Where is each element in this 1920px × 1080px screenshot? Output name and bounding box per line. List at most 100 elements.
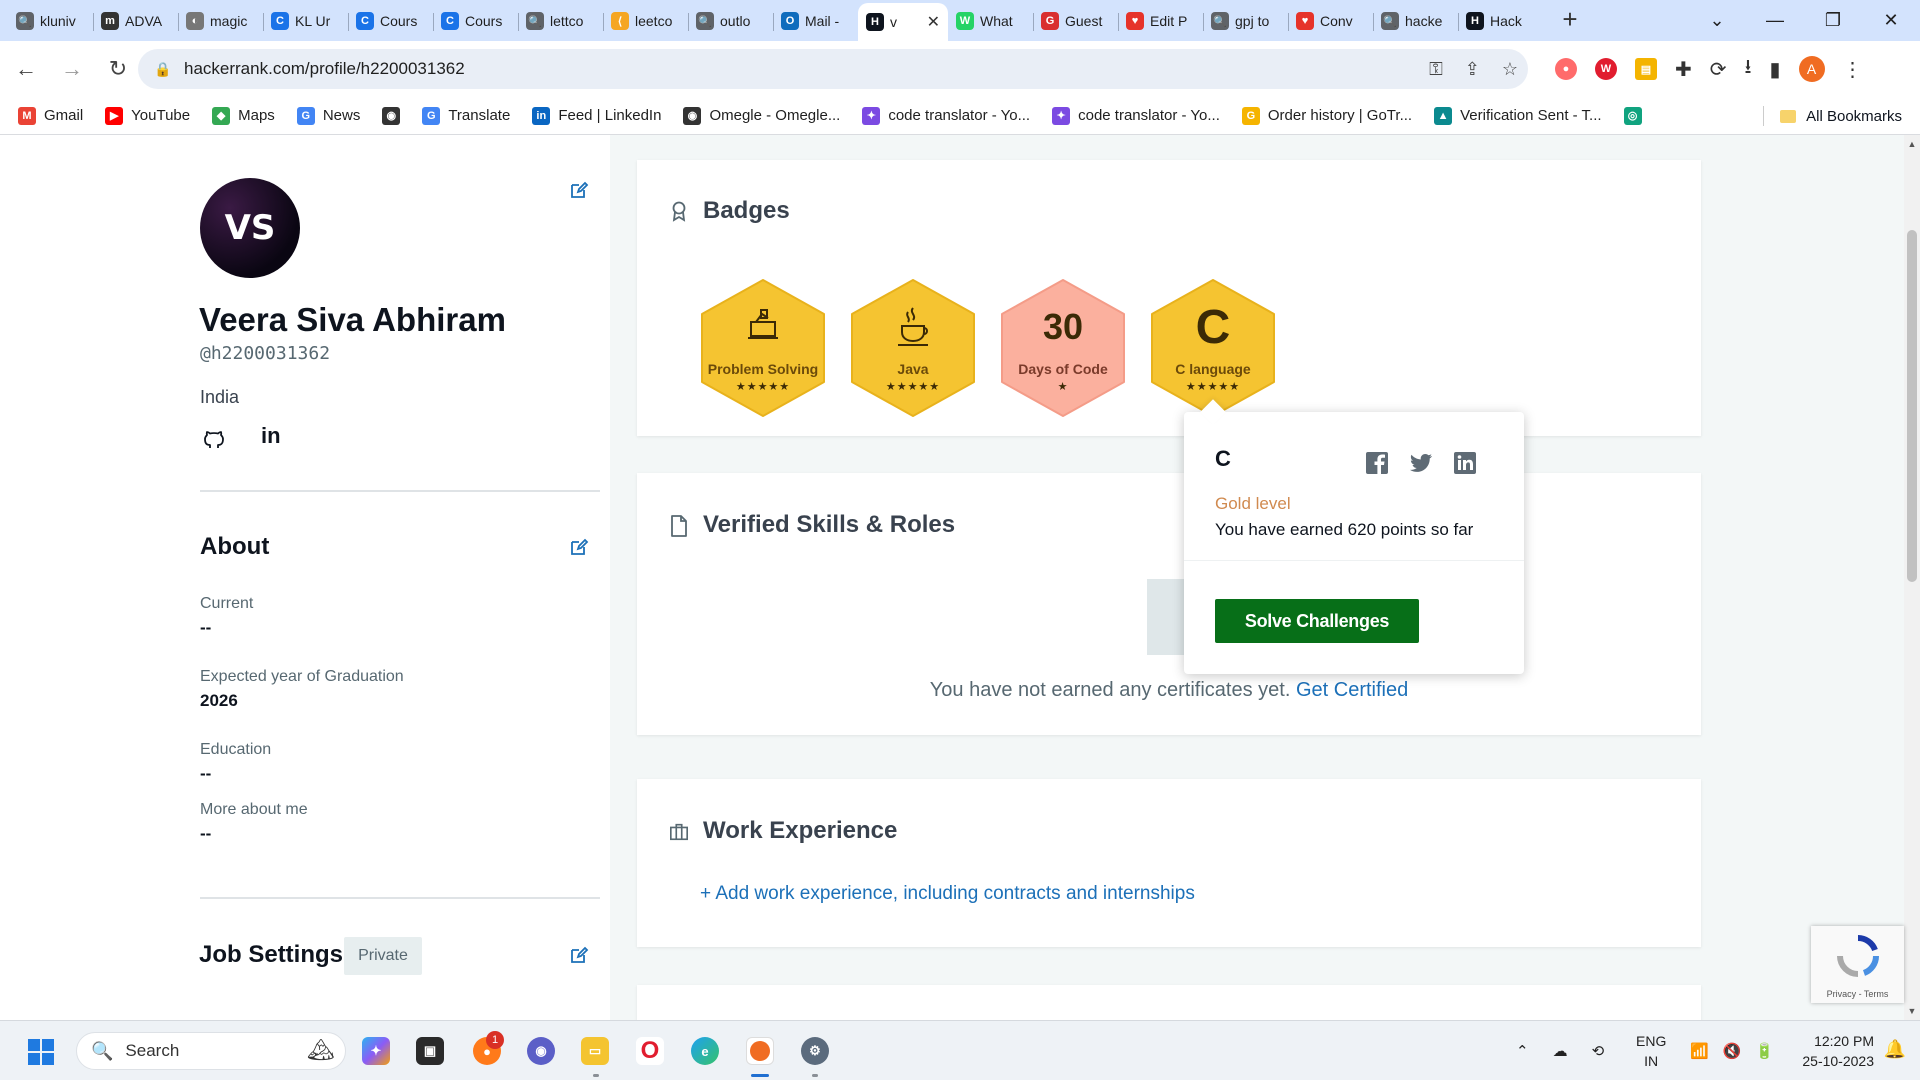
bookmark-item[interactable]: ✦ code translator - Yo... [862,106,1030,125]
badge-30-days-of-code[interactable]: 30 Days of Code ★ [1000,278,1126,418]
bookmark-item[interactable]: ◉ Omegle - Omegle... [683,106,840,125]
tab-favicon-icon: W [956,12,974,30]
browser-tab[interactable]: C Cours [433,4,518,38]
page-scrollbar[interactable]: ▲ ▼ [1904,135,1920,1020]
language-indicator[interactable]: ENG IN [1636,1031,1666,1071]
extension-recorder-icon[interactable]: ● [1555,58,1577,80]
get-certified-link[interactable]: Get Certified [1296,679,1408,701]
notifications-icon[interactable]: 🔔 [1884,1039,1906,1060]
share-icon[interactable]: ⇪ [1465,59,1480,80]
browser-tab[interactable]: ♥ Edit P [1118,4,1203,38]
address-bar[interactable]: 🔒 hackerrank.com/profile/h2200031362 ⚿ ⇪… [138,49,1528,89]
file-explorer-icon[interactable]: ▭ [581,1037,609,1065]
bookmark-item[interactable]: G Order history | GoTr... [1241,106,1412,125]
bookmark-item[interactable]: G News [296,106,360,125]
tab-search-icon[interactable]: ⌄ [1688,10,1746,31]
all-bookmarks-label[interactable]: All Bookmarks [1806,108,1902,125]
edit-job-settings-icon[interactable] [569,945,589,965]
taskbar-search[interactable]: 🔍 Search 🏔 [76,1032,346,1070]
browser-tab[interactable]: 🔍 lettco [518,4,603,38]
scrollbar-thumb[interactable] [1907,230,1917,582]
github-icon[interactable] [203,427,225,451]
new-tab-button[interactable]: + [1555,4,1585,35]
bookmark-item[interactable]: ▲ Verification Sent - T... [1434,106,1602,125]
restore-button[interactable]: ❐ [1804,10,1862,31]
copilot-icon[interactable]: ✦ [362,1037,390,1065]
browser-tab[interactable]: ♥ Conv [1288,4,1373,38]
scroll-up-arrow[interactable]: ▲ [1904,139,1920,149]
twitter-share-icon[interactable] [1409,451,1433,475]
browser-tab[interactable]: ◐ magic [178,4,263,38]
bookmark-item[interactable]: ✦ code translator - Yo... [1052,106,1220,125]
recaptcha-badge[interactable]: Privacy - Terms [1811,926,1904,1003]
download-icon[interactable]: ⭳ [1745,52,1752,86]
reload-button[interactable]: ↻ [98,56,138,82]
performance-icon[interactable]: ⟳ [1710,57,1727,82]
browser-tab[interactable]: 🔍 gpj to [1203,4,1288,38]
browser-tab[interactable]: 🔍 hacke [1373,4,1458,38]
browser-tab[interactable]: O Mail - [773,4,858,38]
add-work-experience-link[interactable]: + Add work experience, including contrac… [700,883,1195,905]
browser-tab[interactable]: 🔍 outlo [688,4,773,38]
chrome-icon[interactable] [746,1037,774,1065]
browser-tab[interactable]: G Guest [1033,4,1118,38]
extensions-puzzle-icon[interactable]: ✚ [1675,57,1692,82]
badge-stars: ★★★★★ [1185,381,1241,393]
sync-icon[interactable]: ⟲ [1592,1042,1605,1060]
all-bookmarks[interactable]: All Bookmarks [1763,97,1902,135]
extension-folder-icon[interactable]: ▤ [1635,58,1657,80]
browser-tab[interactable]: Hv ✕ [858,3,948,41]
onedrive-cloud-icon[interactable]: ☁ [1553,1042,1568,1060]
url-text[interactable]: hackerrank.com/profile/h2200031362 [184,59,465,79]
teams-chat-icon[interactable]: ◉ [527,1037,555,1065]
bookmark-item[interactable]: in Feed | LinkedIn [532,106,661,125]
settings-gear-icon[interactable]: ⚙ [801,1037,829,1065]
lock-icon[interactable]: 🔒 [154,61,176,78]
edit-profile-icon[interactable] [569,180,589,200]
badge-java[interactable]: Java ★★★★★ [850,278,976,418]
bookmark-item[interactable]: ◎ [1623,106,1642,125]
windows-start-icon[interactable] [28,1039,54,1065]
edge-icon[interactable]: e [691,1037,719,1065]
scroll-down-arrow[interactable]: ▼ [1904,1006,1920,1016]
side-panel-icon[interactable]: ▮ [1770,57,1781,82]
linkedin-share-icon[interactable] [1453,451,1477,475]
badge-popover: C Gold level You have earned 620 points … [1184,399,1524,674]
profile-avatar[interactable]: A [1798,56,1825,82]
browser-tab[interactable]: W What [948,4,1033,38]
browser-menu-icon[interactable]: ⋮ [1843,57,1863,82]
bookmark-item[interactable]: M Gmail [18,106,83,125]
tray-overflow-chevron-icon[interactable]: ⌃ [1516,1042,1529,1060]
browser-tab[interactable]: 🔍 kluniv [8,4,93,38]
close-window-button[interactable]: ✕ [1862,10,1920,31]
facebook-share-icon[interactable] [1365,451,1389,475]
task-view-icon[interactable]: ▣ [416,1037,444,1065]
close-tab-icon[interactable]: ✕ [927,12,940,32]
browser-tab[interactable]: m ADVA [93,4,178,38]
solve-challenges-button[interactable]: Solve Challenges [1215,599,1419,643]
system-clock[interactable]: 12:20 PM 25-10-2023 [1802,1031,1874,1071]
minimize-button[interactable]: — [1746,10,1804,31]
badge-problem-solving[interactable]: Problem Solving ★★★★★ [700,278,826,418]
opera-icon[interactable]: O [636,1037,664,1065]
bookmark-item[interactable]: ◉ [382,106,401,125]
tab-favicon-icon: 🔍 [16,12,34,30]
browser-tab[interactable]: H Hack [1458,4,1543,38]
network-volume-battery[interactable]: 📶 🔇 🔋 [1690,1021,1774,1080]
edit-about-icon[interactable] [569,537,589,557]
browser-tab[interactable]: C KL Ur [263,4,348,38]
extension-vw-icon[interactable]: W [1595,58,1617,80]
browser-tab[interactable]: C Cours [348,4,433,38]
recaptcha-terms[interactable]: Privacy - Terms [1811,989,1904,999]
badge-c-language[interactable]: C C language ★★★★★ [1150,278,1276,418]
bookmark-star-icon[interactable]: ☆ [1502,59,1518,80]
browser-tab[interactable]: ⟨ leetco [603,4,688,38]
bookmark-item[interactable]: ◆ Maps [212,106,275,125]
about-title: About [200,533,270,560]
password-key-icon[interactable]: ⚿ [1429,59,1443,80]
bookmark-item[interactable]: G Translate [422,106,510,125]
forward-button[interactable]: → [52,56,92,82]
back-button[interactable]: ← [6,56,46,82]
linkedin-icon[interactable]: in [261,423,281,449]
bookmark-item[interactable]: ▶ YouTube [105,106,190,125]
